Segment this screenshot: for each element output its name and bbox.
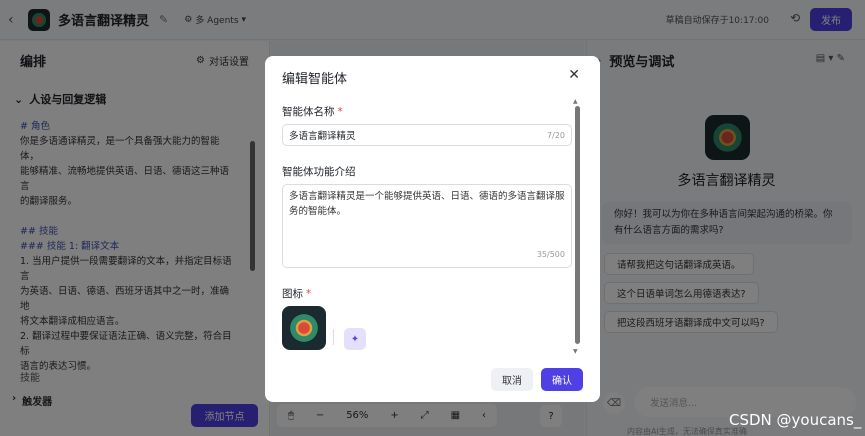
name-label-row: 智能体名称 *	[282, 104, 343, 119]
cancel-button[interactable]: 取消	[491, 368, 533, 391]
description-char-counter: 35/500	[536, 250, 565, 259]
agent-description-label: 智能体功能介绍	[282, 166, 356, 178]
name-char-counter: 7/20	[547, 130, 565, 140]
confirm-button[interactable]: 确认	[541, 368, 583, 391]
icon-label-row: 图标 *	[282, 286, 311, 301]
divider	[333, 329, 334, 345]
icon-label: 图标	[282, 288, 303, 300]
agent-description-value: 多语言翻译精灵是一个能够提供英语、日语、德语的多语言翻译服务的智能体。	[289, 191, 565, 217]
required-mark: *	[306, 288, 312, 300]
scroll-up-icon[interactable]: ▲	[573, 98, 578, 105]
agent-name-label: 智能体名称	[282, 106, 335, 118]
ai-generate-icon-button[interactable]: ✦	[344, 328, 366, 350]
dialog-title: 编辑智能体	[282, 72, 348, 87]
edit-agent-dialog: 编辑智能体 ✕ 智能体名称 * 多语言翻译精灵 7/20 智能体功能介绍 多语言翻…	[265, 56, 600, 402]
agent-description-field[interactable]: 多语言翻译精灵是一个能够提供英语、日语、德语的多语言翻译服务的智能体。 35/5…	[282, 184, 572, 268]
required-mark: *	[337, 106, 343, 118]
watermark: CSDN @youcans_	[729, 411, 862, 429]
agent-icon-preview[interactable]	[282, 306, 326, 350]
close-icon[interactable]: ✕	[568, 67, 580, 83]
scroll-down-icon[interactable]: ▼	[573, 348, 578, 355]
agent-name-field[interactable]: 多语言翻译精灵 7/20	[282, 124, 572, 146]
agent-name-value: 多语言翻译精灵	[289, 131, 356, 142]
dialog-scrollbar[interactable]	[575, 106, 580, 344]
